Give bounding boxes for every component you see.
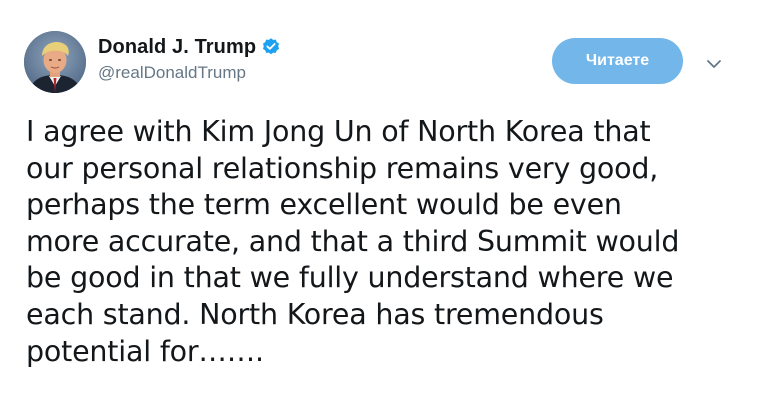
author-display-name[interactable]: Donald J. Trump xyxy=(98,36,256,59)
author-name-row: Donald J. Trump xyxy=(98,33,281,61)
author-handle[interactable]: @realDonaldTrump xyxy=(98,63,246,83)
tweet-card: Donald J. Trump @realDonaldTrump Читаете… xyxy=(0,0,758,402)
verified-badge-icon xyxy=(261,37,281,57)
following-button[interactable]: Читаете xyxy=(552,38,683,84)
avatar-image xyxy=(24,31,86,93)
chevron-down-icon[interactable] xyxy=(704,54,724,74)
tweet-text: I agree with Kim Jong Un of North Korea … xyxy=(26,115,680,368)
avatar[interactable] xyxy=(24,31,86,93)
